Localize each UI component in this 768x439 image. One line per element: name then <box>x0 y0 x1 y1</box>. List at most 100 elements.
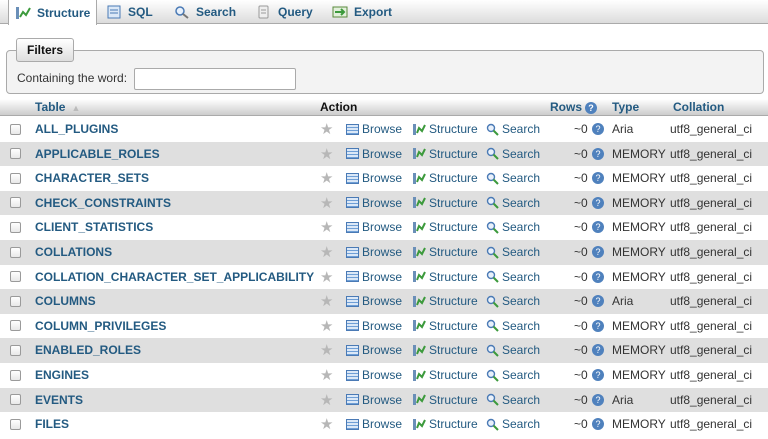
search-link[interactable]: Search <box>486 294 540 308</box>
table-name-link[interactable]: COLUMNS <box>35 294 96 308</box>
header-collation[interactable]: Collation <box>673 100 724 114</box>
search-link[interactable]: Search <box>486 147 540 161</box>
search-link[interactable]: Search <box>486 319 540 333</box>
row-checkbox[interactable] <box>10 123 21 135</box>
row-checkbox[interactable] <box>10 172 21 184</box>
table-name-link[interactable]: COLLATION_CHARACTER_SET_APPLICABILITY <box>35 270 314 284</box>
tab-query[interactable]: Query <box>250 0 319 24</box>
table-name-link[interactable]: COLLATIONS <box>35 245 112 259</box>
favorite-star-icon[interactable]: ★ <box>320 218 333 236</box>
help-icon[interactable]: ? <box>592 172 604 185</box>
browse-link[interactable]: Browse <box>346 147 402 161</box>
row-checkbox[interactable] <box>10 394 21 406</box>
collation-link[interactable]: utf8_general_ci <box>670 245 752 259</box>
favorite-star-icon[interactable]: ★ <box>320 169 333 187</box>
help-icon[interactable]: ? <box>585 101 598 114</box>
help-icon[interactable]: ? <box>592 319 604 332</box>
help-icon[interactable]: ? <box>592 393 604 406</box>
help-icon[interactable]: ? <box>592 196 604 209</box>
browse-link[interactable]: Browse <box>346 245 402 259</box>
browse-link[interactable]: Browse <box>346 294 402 308</box>
browse-link[interactable]: Browse <box>346 270 402 284</box>
collation-link[interactable]: utf8_general_ci <box>670 122 752 136</box>
collation-link[interactable]: utf8_general_ci <box>670 147 752 161</box>
favorite-star-icon[interactable]: ★ <box>320 415 333 433</box>
favorite-star-icon[interactable]: ★ <box>320 317 333 335</box>
collation-link[interactable]: utf8_general_ci <box>670 393 752 407</box>
row-checkbox[interactable] <box>10 295 21 307</box>
search-link[interactable]: Search <box>486 196 540 210</box>
help-icon[interactable]: ? <box>592 418 604 431</box>
tab-sql[interactable]: SQL <box>100 0 159 24</box>
header-type[interactable]: Type <box>612 100 639 114</box>
favorite-star-icon[interactable]: ★ <box>320 391 333 409</box>
search-link[interactable]: Search <box>486 270 540 284</box>
search-link[interactable]: Search <box>486 368 540 382</box>
table-name-link[interactable]: CLIENT_STATISTICS <box>35 220 153 234</box>
collation-link[interactable]: utf8_general_ci <box>670 196 752 210</box>
table-name-link[interactable]: ENGINES <box>35 368 89 382</box>
table-name-link[interactable]: APPLICABLE_ROLES <box>35 147 160 161</box>
row-checkbox[interactable] <box>10 271 21 283</box>
row-checkbox[interactable] <box>10 369 21 381</box>
structure-link[interactable]: Structure <box>412 393 478 407</box>
favorite-star-icon[interactable]: ★ <box>320 120 333 138</box>
table-name-link[interactable]: CHECK_CONSTRAINTS <box>35 196 171 210</box>
help-icon[interactable]: ? <box>592 369 604 381</box>
header-rows[interactable]: Rows? <box>550 100 598 114</box>
row-checkbox[interactable] <box>10 246 21 258</box>
tab-search[interactable]: Search <box>168 0 242 24</box>
row-checkbox[interactable] <box>10 221 21 233</box>
help-icon[interactable]: ? <box>592 246 604 258</box>
browse-link[interactable]: Browse <box>346 196 402 210</box>
favorite-star-icon[interactable]: ★ <box>320 194 333 212</box>
search-link[interactable]: Search <box>486 393 540 407</box>
table-name-link[interactable]: ALL_PLUGINS <box>35 122 118 136</box>
collation-link[interactable]: utf8_general_ci <box>670 417 752 431</box>
table-name-link[interactable]: ENABLED_ROLES <box>35 343 141 357</box>
structure-link[interactable]: Structure <box>412 196 478 210</box>
structure-link[interactable]: Structure <box>412 319 478 333</box>
table-name-link[interactable]: EVENTS <box>35 393 83 407</box>
help-icon[interactable]: ? <box>592 147 604 160</box>
favorite-star-icon[interactable]: ★ <box>320 341 333 359</box>
structure-link[interactable]: Structure <box>412 245 478 259</box>
tab-export[interactable]: Export <box>326 0 398 24</box>
row-checkbox[interactable] <box>10 418 21 430</box>
row-checkbox[interactable] <box>10 320 21 332</box>
help-icon[interactable]: ? <box>592 344 604 357</box>
help-icon[interactable]: ? <box>592 295 604 308</box>
browse-link[interactable]: Browse <box>346 417 402 431</box>
header-table[interactable]: Table ▲ <box>35 100 80 114</box>
row-checkbox[interactable] <box>10 197 21 209</box>
help-icon[interactable]: ? <box>592 123 604 135</box>
favorite-star-icon[interactable]: ★ <box>320 145 333 163</box>
collation-link[interactable]: utf8_general_ci <box>670 343 752 357</box>
browse-link[interactable]: Browse <box>346 343 402 357</box>
structure-link[interactable]: Structure <box>412 171 478 185</box>
browse-link[interactable]: Browse <box>346 393 402 407</box>
collation-link[interactable]: utf8_general_ci <box>670 368 752 382</box>
table-name-link[interactable]: FILES <box>35 417 69 431</box>
help-icon[interactable]: ? <box>592 221 604 234</box>
structure-link[interactable]: Structure <box>412 270 478 284</box>
structure-link[interactable]: Structure <box>412 147 478 161</box>
structure-link[interactable]: Structure <box>412 220 478 234</box>
search-link[interactable]: Search <box>486 122 540 136</box>
search-link[interactable]: Search <box>486 343 540 357</box>
structure-link[interactable]: Structure <box>412 343 478 357</box>
structure-link[interactable]: Structure <box>412 122 478 136</box>
filter-word-input[interactable] <box>134 68 296 90</box>
search-link[interactable]: Search <box>486 417 540 431</box>
table-name-link[interactable]: CHARACTER_SETS <box>35 171 149 185</box>
collation-link[interactable]: utf8_general_ci <box>670 319 752 333</box>
help-icon[interactable]: ? <box>592 270 604 283</box>
structure-link[interactable]: Structure <box>412 368 478 382</box>
browse-link[interactable]: Browse <box>346 220 402 234</box>
collation-link[interactable]: utf8_general_ci <box>670 270 752 284</box>
row-checkbox[interactable] <box>10 148 21 160</box>
browse-link[interactable]: Browse <box>346 122 402 136</box>
search-link[interactable]: Search <box>486 220 540 234</box>
search-link[interactable]: Search <box>486 245 540 259</box>
browse-link[interactable]: Browse <box>346 171 402 185</box>
